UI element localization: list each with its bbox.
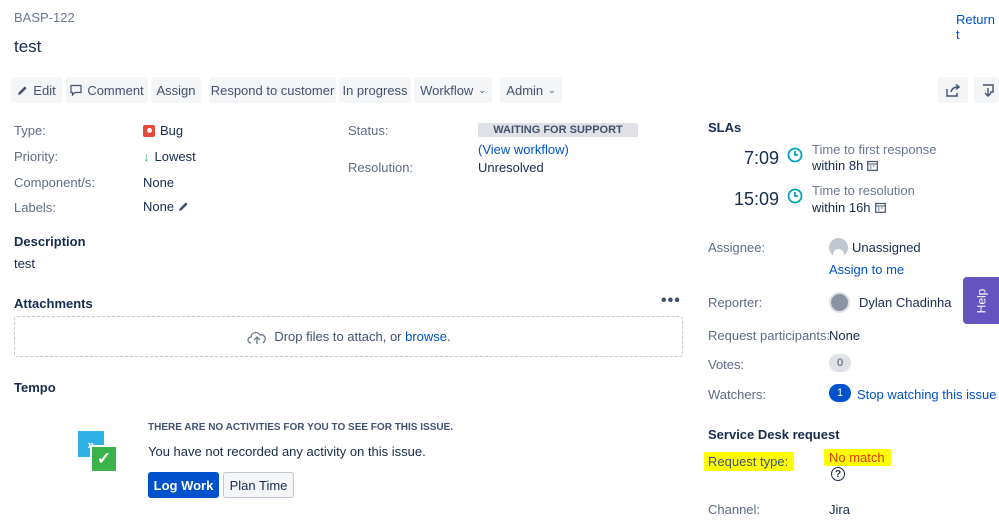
calendar-icon [874, 202, 886, 213]
edit-label: Edit [33, 82, 56, 98]
votes-count-badge[interactable]: 0 [829, 354, 851, 372]
status-label: Status: [348, 123, 389, 138]
status-lozenge: WAITING FOR SUPPORT [478, 123, 638, 137]
labels-text: None [143, 199, 175, 214]
sla-within-text: within 8h [812, 158, 864, 173]
assignee-text: Unassigned [852, 240, 921, 255]
votes-label: Votes: [708, 357, 745, 372]
clock-icon [787, 147, 803, 166]
workflow-dropdown[interactable]: Workflow ⌄ [414, 77, 492, 103]
help-circle-icon[interactable]: ? [831, 467, 845, 481]
participants-value[interactable]: None [829, 328, 860, 343]
participants-label: Request participants: [708, 328, 831, 343]
bug-icon [143, 124, 155, 137]
share-icon [946, 83, 960, 97]
reporter-value[interactable]: Dylan Chadinha [829, 292, 952, 313]
arrow-down-icon: ↓ [143, 149, 150, 164]
resolution-value: Unresolved [478, 160, 544, 175]
chevron-down-icon: ⌄ [548, 84, 556, 95]
channel-label: Channel: [708, 502, 761, 517]
priority-text: Lowest [154, 149, 196, 164]
component-label: Component/s: [14, 175, 95, 190]
type-value: Bug [143, 123, 183, 138]
drop-text: Drop files to attach, or browse. [274, 329, 450, 344]
component-value[interactable]: None [143, 175, 174, 190]
reporter-label: Reporter: [708, 295, 763, 310]
tempo-message: You have not recorded any activity on th… [148, 444, 426, 459]
return-link[interactable]: Return t [956, 12, 999, 42]
share-button[interactable] [938, 77, 968, 103]
priority-label: Priority: [14, 149, 59, 164]
in-progress-button[interactable]: In progress [339, 77, 411, 103]
view-workflow-link[interactable]: View workflow [482, 142, 564, 157]
calendar-icon [867, 160, 879, 171]
attachment-dropzone[interactable]: Drop files to attach, or browse. [14, 316, 683, 357]
reporter-text: Dylan Chadinha [859, 295, 952, 310]
log-work-button[interactable]: Log Work [148, 472, 219, 498]
assignee-label: Assignee: [708, 240, 766, 255]
comment-label: Comment [87, 82, 144, 98]
edit-button[interactable]: Edit [11, 77, 62, 103]
view-workflow-close: ) [564, 142, 569, 157]
tempo-logo: » ✓ [78, 431, 118, 473]
drop-period: . [447, 329, 451, 344]
admin-dropdown[interactable]: Admin ⌄ [500, 77, 562, 103]
stop-watching-link[interactable]: Stop watching this issue [857, 387, 996, 402]
help-tab[interactable]: Help [963, 277, 999, 324]
slas-heading: SLAs [708, 120, 742, 135]
sla-time-first-response: 7:09 [743, 148, 779, 168]
help-tab-label: Help [974, 288, 988, 313]
chevron-down-icon: ⌄ [478, 84, 486, 95]
watchers-count-badge[interactable]: 1 [829, 384, 851, 402]
type-text: Bug [160, 123, 184, 138]
sla-label-resolution: Time to resolution [812, 183, 915, 198]
avatar [829, 292, 850, 313]
sla-label-first-response: Time to first response [812, 142, 937, 157]
export-icon [983, 83, 994, 97]
more-options-icon[interactable]: ••• [661, 292, 681, 310]
pencil-icon [18, 85, 27, 95]
workflow-label: Workflow [420, 82, 474, 98]
sla-within-first-response: within 8h [812, 158, 879, 173]
priority-value: ↓ Lowest [143, 149, 196, 164]
description-heading: Description [14, 234, 86, 249]
request-type-label: Request type: [704, 452, 795, 471]
labels-value[interactable]: None [143, 199, 189, 214]
resolution-label: Resolution: [348, 160, 414, 175]
browse-link[interactable]: browse [405, 329, 447, 344]
sla-time-resolution: 15:09 [733, 189, 779, 209]
drop-files-label: Drop files to attach, or [274, 329, 406, 344]
assignee-value[interactable]: Unassigned [829, 238, 921, 257]
pencil-icon[interactable] [178, 201, 189, 212]
type-label: Type: [14, 123, 46, 138]
service-desk-heading: Service Desk request [708, 427, 840, 442]
respond-to-customer-button[interactable]: Respond to customer [209, 77, 336, 103]
issue-key[interactable]: BASP-122 [14, 10, 75, 25]
issue-summary: test [14, 37, 42, 56]
export-button[interactable] [974, 77, 999, 103]
channel-value: Jira [829, 502, 850, 517]
labels-label: Labels: [14, 200, 56, 215]
request-type-value[interactable]: No match [824, 449, 891, 466]
tempo-title: THERE ARE NO ACTIVITIES FOR YOU TO SEE F… [148, 422, 454, 433]
assign-to-me-link[interactable]: Assign to me [829, 262, 904, 277]
admin-label: Admin [506, 82, 544, 98]
view-workflow[interactable]: (View workflow) [478, 142, 569, 157]
sla-within-resolution: within 16h [812, 200, 886, 215]
assign-button[interactable]: Assign [151, 77, 201, 103]
check-icon: ✓ [90, 445, 118, 473]
avatar-placeholder-icon [829, 238, 848, 257]
sla-within-text: within 16h [812, 200, 871, 215]
comment-icon [70, 84, 82, 96]
clock-icon [787, 188, 803, 207]
cloud-upload-icon [247, 331, 267, 344]
plan-time-button[interactable]: Plan Time [223, 472, 294, 498]
attachments-heading: Attachments [14, 296, 93, 311]
tempo-heading: Tempo [14, 380, 56, 395]
comment-button[interactable]: Comment [66, 77, 148, 103]
watchers-label: Watchers: [708, 387, 767, 402]
description-text[interactable]: test [14, 256, 35, 271]
